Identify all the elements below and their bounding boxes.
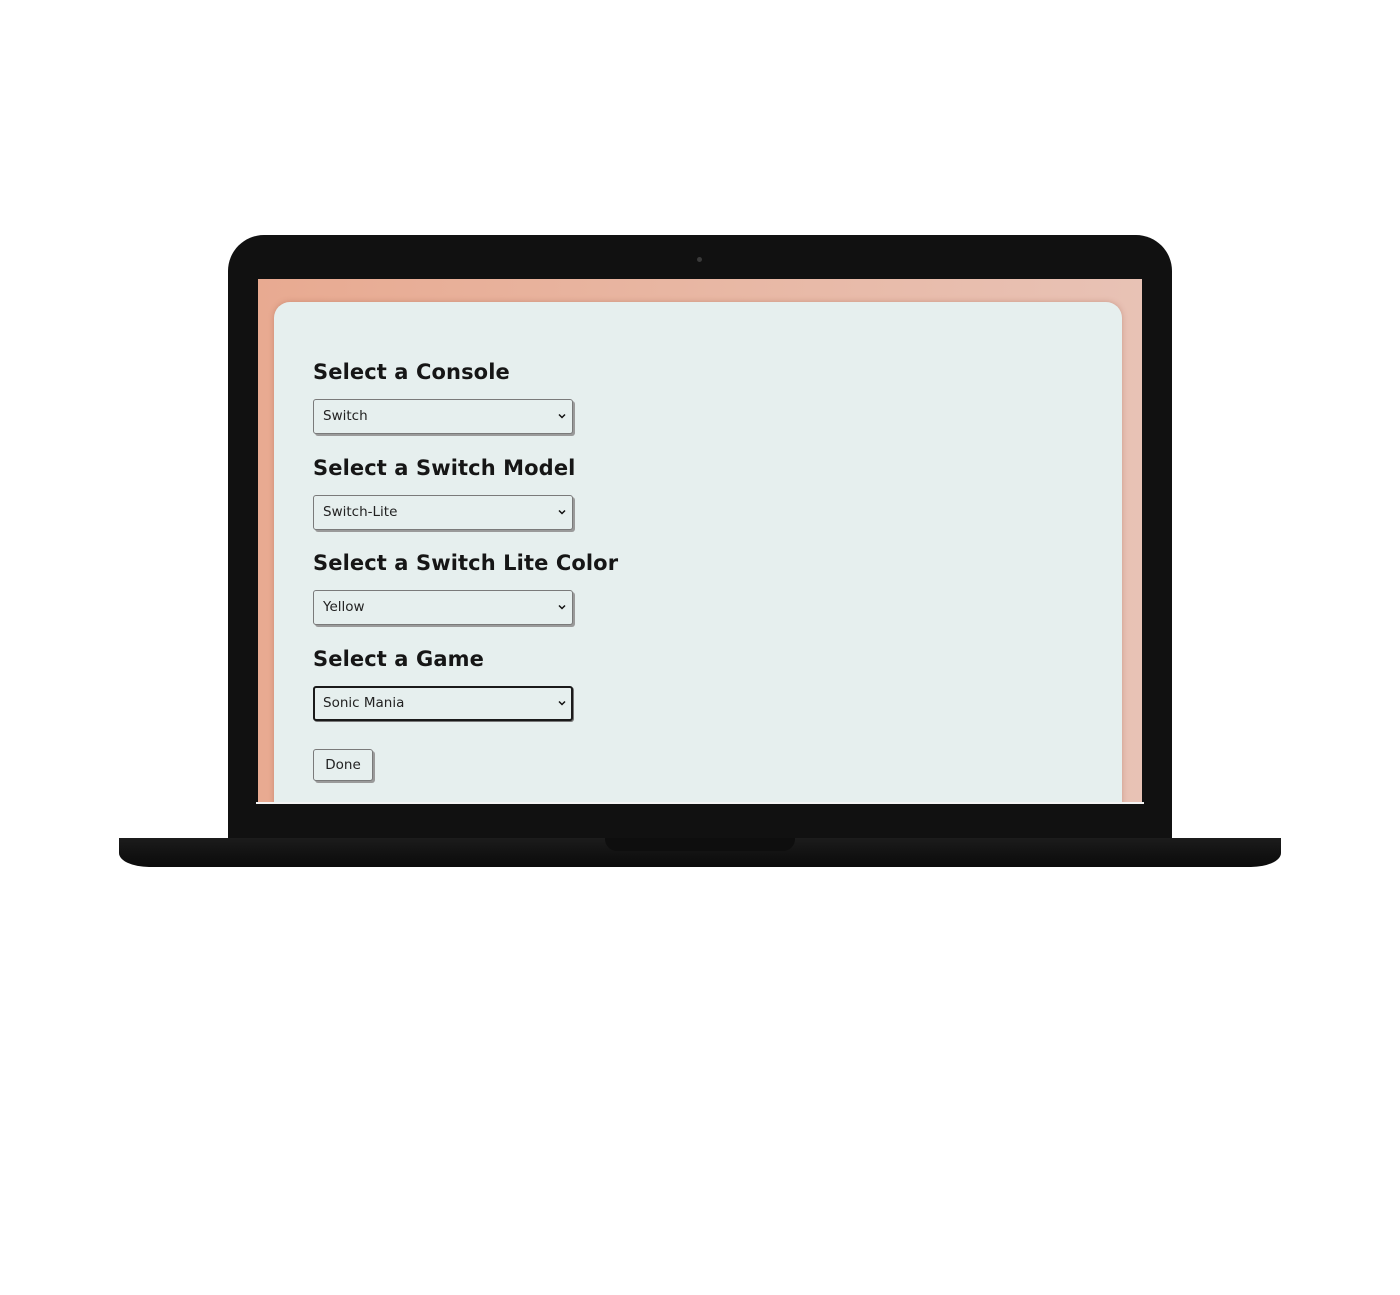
color-heading: Select a Switch Lite Color <box>313 551 619 575</box>
model-select-value: Switch-Lite <box>323 504 398 520</box>
color-section: Select a Switch Lite Color Yellow <box>313 551 619 625</box>
console-select[interactable]: Switch <box>313 399 573 434</box>
color-select-value: Yellow <box>323 599 365 615</box>
console-heading: Select a Console <box>313 360 510 384</box>
stage: Select a Console Switch Select a Switch … <box>0 0 1400 1295</box>
game-section: Select a Game Sonic Mania <box>313 647 573 721</box>
color-select[interactable]: Yellow <box>313 590 573 625</box>
console-select-value: Switch <box>323 408 368 424</box>
chevron-down-icon <box>558 700 566 706</box>
laptop-base <box>119 838 1281 867</box>
model-section: Select a Switch Model Switch-Lite <box>313 456 576 530</box>
chevron-down-icon <box>558 509 566 515</box>
console-section: Select a Console Switch <box>313 360 573 434</box>
done-button[interactable]: Done <box>313 749 373 781</box>
laptop-screen: Select a Console Switch Select a Switch … <box>258 279 1142 803</box>
screen-bottom-edge <box>256 802 1144 804</box>
chevron-down-icon <box>558 413 566 419</box>
model-heading: Select a Switch Model <box>313 456 576 480</box>
game-heading: Select a Game <box>313 647 484 671</box>
form-card: Select a Console Switch Select a Switch … <box>274 302 1122 803</box>
laptop-lid: Select a Console Switch Select a Switch … <box>228 235 1172 841</box>
laptop-base-notch <box>605 838 795 851</box>
game-select[interactable]: Sonic Mania <box>313 686 573 721</box>
game-select-value: Sonic Mania <box>323 695 405 711</box>
chevron-down-icon <box>558 604 566 610</box>
model-select[interactable]: Switch-Lite <box>313 495 573 530</box>
camera-dot <box>697 257 702 262</box>
